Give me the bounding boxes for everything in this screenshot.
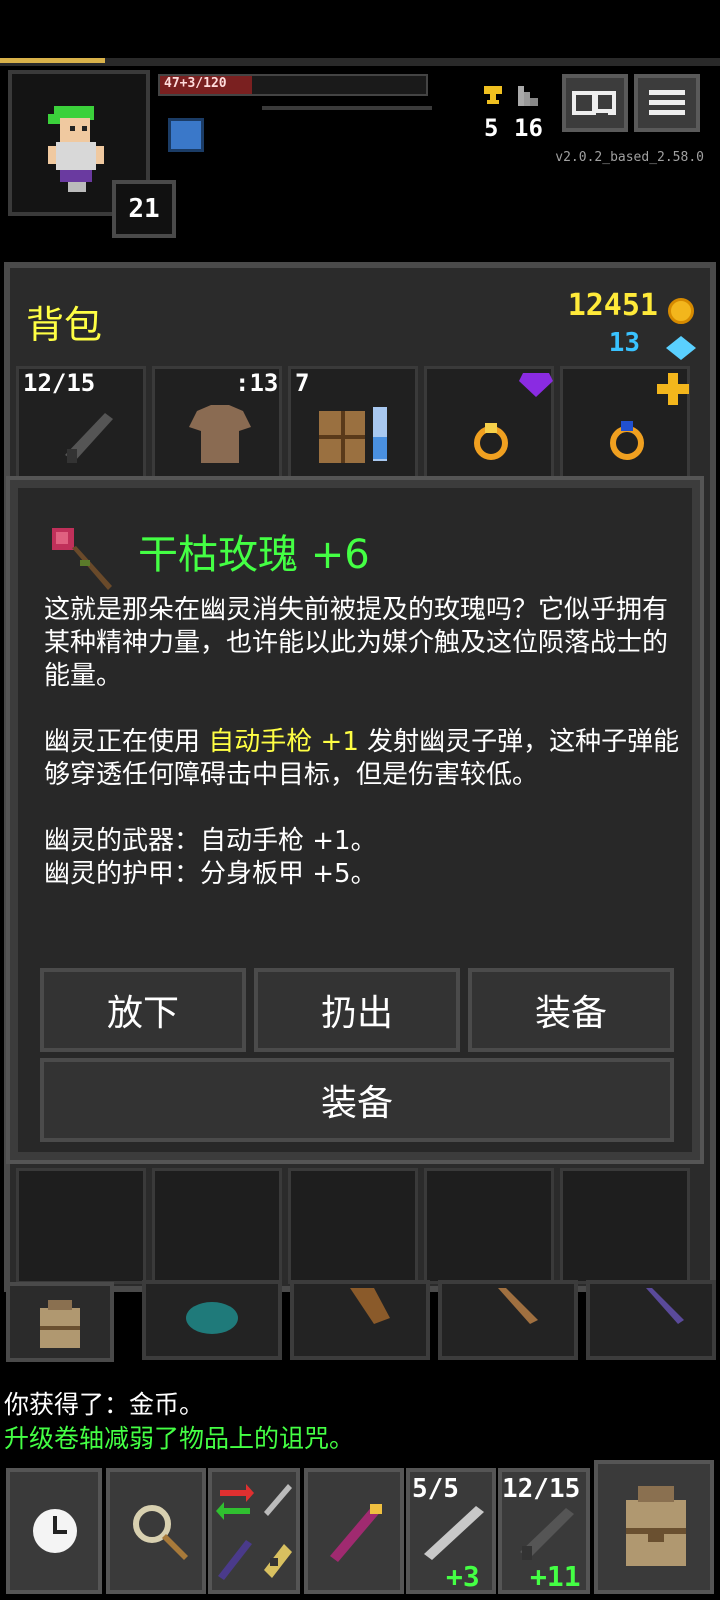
wand-icon[interactable] — [216, 1538, 254, 1586]
scroll-holder-icon — [350, 1288, 390, 1324]
swap-icon[interactable] — [216, 1478, 254, 1528]
dart-icon[interactable] — [260, 1482, 294, 1522]
journal-button[interactable] — [562, 74, 628, 132]
trophy-icon — [484, 86, 502, 104]
version-label: v2.0.2_based_2.58.0 — [555, 150, 704, 165]
item-name: 干枯玫瑰 +6 — [138, 532, 370, 578]
backpack-slot-empty[interactable] — [424, 1168, 554, 1284]
quickslot-2-count: 5/5 — [412, 1474, 459, 1504]
quickslot-swap-group — [208, 1468, 300, 1594]
diamond-icon — [666, 336, 696, 360]
top-border — [0, 58, 720, 66]
sapphire-ring-icon — [610, 421, 644, 460]
drop-button[interactable]: 放下 — [40, 968, 246, 1052]
menu-button[interactable] — [634, 74, 700, 132]
backpack-icon — [626, 1486, 686, 1566]
ration-icon[interactable] — [260, 1538, 294, 1586]
throwing-knife-icon — [424, 1506, 484, 1560]
bandolier-icon — [498, 1288, 538, 1324]
quickslot-3[interactable]: 12/15 +11 — [498, 1468, 590, 1594]
backpack-slot-empty[interactable] — [560, 1168, 690, 1284]
seed-pouch-icon — [186, 1302, 238, 1334]
stairs-icon — [518, 86, 538, 106]
throw-button[interactable]: 扔出 — [254, 968, 460, 1052]
ghost-weapon-line: 幽灵的武器：自动手枪 +1。 — [44, 826, 377, 856]
backpack-slot-empty[interactable] — [288, 1168, 418, 1284]
equip-secondary-button[interactable]: 装备 — [40, 1058, 674, 1142]
dried-rose-icon — [52, 528, 112, 590]
equip-button[interactable]: 装备 — [468, 968, 674, 1052]
backpack-slot-weapon[interactable]: 12/15 — [16, 366, 146, 488]
weapon-highlight: 自动手枪 +1 — [208, 727, 359, 757]
backpack-slot-container[interactable]: :13 7 — [235, 366, 418, 488]
quickslot-2[interactable]: 5/5 +3 — [406, 1468, 496, 1594]
plus-icon — [657, 373, 689, 405]
tab-pouch[interactable] — [142, 1280, 282, 1360]
quickslot-1[interactable] — [304, 1468, 404, 1594]
cloth-armor-icon — [189, 405, 251, 463]
item-effect-text: 幽灵正在使用 自动手枪 +1 发射幽灵子弹，这种子弹能够穿透任何障碍击中目标，但… — [44, 727, 680, 790]
backpack-slot-ring-2[interactable] — [560, 366, 690, 488]
clock-icon — [33, 1509, 77, 1553]
log-line: 升级卷轴减弱了物品上的诅咒。 — [4, 1424, 355, 1453]
depth-count: 16 — [514, 114, 543, 142]
search-button[interactable] — [106, 1468, 206, 1594]
backpack-slot-empty[interactable] — [16, 1168, 146, 1284]
gem-count: 13 — [608, 328, 640, 358]
dungeon-info: 5 16 — [478, 82, 548, 142]
tab-wand-holster[interactable] — [586, 1280, 716, 1360]
amethyst-icon — [519, 373, 553, 397]
exp-bar — [262, 74, 432, 110]
menu-icon — [649, 90, 685, 115]
tab-backpack[interactable] — [6, 1282, 114, 1362]
magic-staff-icon — [330, 1504, 382, 1562]
gun-icon — [520, 1508, 574, 1560]
log-line: 你获得了：金币。 — [4, 1390, 205, 1419]
hp-text: 47+3/120 — [164, 76, 227, 91]
amber-ring-icon — [474, 423, 508, 460]
backpack-title: 背包 — [26, 303, 103, 347]
ghost-armor-line: 幽灵的护甲：分身板甲 +5。 — [44, 859, 377, 889]
magnifier-icon — [133, 1505, 188, 1560]
item-lore-text: 这就是那朵在幽灵消失前被提及的玫瑰吗？它似乎拥有某种精神力量，也许能以此为媒介触… — [44, 595, 669, 691]
quickslot-3-count: 12/15 — [502, 1474, 581, 1504]
gold-count: 12451 — [567, 288, 658, 323]
search-journal-icon — [572, 91, 616, 115]
hero-level-badge: 21 — [112, 180, 176, 238]
inventory-button[interactable] — [594, 1460, 714, 1594]
backpack-slot-ring-1[interactable] — [424, 366, 554, 488]
quickslot-2-bonus: +3 — [446, 1560, 480, 1593]
gold-coin-icon — [668, 298, 694, 324]
chest-icon — [319, 407, 387, 463]
wait-button[interactable] — [6, 1468, 102, 1594]
game-log: 你获得了：金币。 升级卷轴减弱了物品上的诅咒。 — [4, 1388, 354, 1456]
buff-icon[interactable] — [168, 118, 204, 152]
tab-scroll-holder[interactable] — [290, 1280, 430, 1360]
wand-holster-icon — [646, 1288, 684, 1324]
item-description: 这就是那朵在幽灵消失前被提及的玫瑰吗？它似乎拥有某种精神力量，也许能以此为媒介触… — [44, 594, 684, 891]
tab-potion-bandolier[interactable] — [438, 1280, 578, 1360]
backpack-icon — [40, 1300, 80, 1348]
key-count: 5 — [484, 114, 499, 142]
quickslot-3-bonus: +11 — [530, 1560, 581, 1593]
gun-icon — [65, 413, 113, 463]
backpack-slot-empty[interactable] — [152, 1168, 282, 1284]
